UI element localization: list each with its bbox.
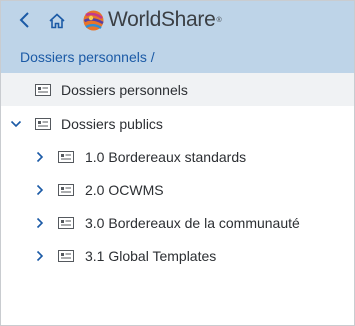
tree-item-label: 3.0 Bordereaux de la communauté — [85, 214, 300, 231]
folder-card-icon — [58, 250, 74, 262]
oclc-globe-icon — [83, 10, 104, 30]
app-header: WorldShare ® Dossiers personnels / — [1, 1, 354, 73]
expand-toggle[interactable] — [10, 118, 22, 130]
chevron-right-icon — [36, 250, 44, 262]
tree-item-label: Dossiers personnels — [61, 81, 188, 98]
tree-item-global-templates[interactable]: 3.1 Global Templates — [1, 239, 354, 272]
folder-card-icon — [35, 84, 51, 96]
tree-item-label: 2.0 OCWMS — [85, 181, 164, 198]
home-button[interactable] — [46, 10, 68, 32]
folder-card-icon — [35, 118, 51, 130]
expand-toggle[interactable] — [34, 217, 46, 229]
tree-item-bordereaux-standards[interactable]: 1.0 Bordereaux standards — [1, 140, 354, 173]
folder-card-icon — [58, 151, 74, 163]
worldshare-logo[interactable]: WorldShare ® — [82, 7, 222, 33]
expand-toggle[interactable] — [34, 184, 46, 196]
chevron-down-icon — [10, 120, 22, 128]
tree-item-bordereaux-communaute[interactable]: 3.0 Bordereaux de la communauté — [1, 206, 354, 239]
back-button[interactable] — [15, 10, 35, 30]
breadcrumb-item-dossiers-personnels[interactable]: Dossiers personnels — [20, 49, 147, 65]
app-frame: WorldShare ® Dossiers personnels / Dossie… — [0, 0, 355, 326]
breadcrumb-separator: / — [150, 49, 155, 65]
chevron-right-icon — [36, 217, 44, 229]
brand-registered-mark: ® — [216, 16, 222, 24]
breadcrumb: Dossiers personnels / — [20, 49, 155, 65]
tree-item-dossiers-publics[interactable]: Dossiers publics — [1, 107, 354, 140]
expand-toggle[interactable] — [34, 151, 46, 163]
chevron-left-icon — [19, 12, 29, 28]
home-icon — [49, 13, 65, 29]
expand-toggle[interactable] — [34, 250, 46, 262]
tree-item-label: Dossiers publics — [61, 115, 163, 132]
folder-card-icon — [58, 184, 74, 196]
brand-name: WorldShare — [108, 8, 216, 31]
tree-item-dossiers-personnels[interactable]: Dossiers personnels — [1, 73, 354, 106]
chevron-right-icon — [36, 184, 44, 196]
tree-item-label: 3.1 Global Templates — [85, 247, 217, 264]
chevron-right-icon — [36, 151, 44, 163]
tree-item-label: 1.0 Bordereaux standards — [85, 148, 247, 165]
folder-card-icon — [58, 217, 74, 229]
tree-item-ocwms[interactable]: 2.0 OCWMS — [1, 173, 354, 206]
